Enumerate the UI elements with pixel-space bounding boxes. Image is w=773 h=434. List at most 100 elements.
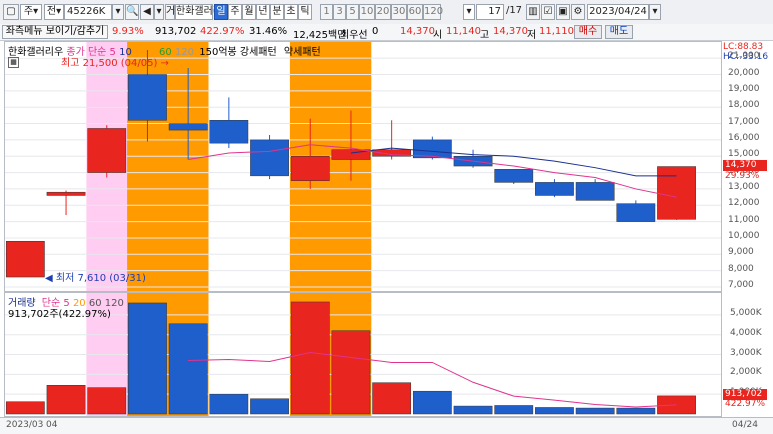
volume-tick-label: 3,000K	[730, 347, 762, 358]
count-input[interactable]: 17	[476, 4, 504, 20]
interval-button-2[interactable]: 5	[346, 4, 359, 20]
price-tick-label: 10,000	[728, 230, 760, 241]
interval-button-6[interactable]: 60	[407, 4, 423, 20]
volume-chart	[5, 293, 721, 416]
market-label: 전	[46, 6, 57, 17]
price-tick-label: 16,000	[728, 132, 760, 143]
priority-value: 0	[372, 26, 379, 37]
candle-body	[616, 203, 656, 222]
period-tab-6[interactable]: 틱	[298, 4, 312, 20]
volume-bar	[331, 330, 371, 415]
period-tab-2[interactable]: 월	[242, 4, 256, 20]
x-axis-start: 2023/03	[6, 420, 44, 430]
period-tab-0[interactable]: 일	[214, 4, 228, 20]
calendar-dropdown-icon[interactable]: ▾	[649, 4, 661, 20]
turnover-rate: 31.46%	[249, 26, 288, 37]
price-axis: LC:88.83 HC:-33.16 21,000 20,000 19,000 18,…	[722, 41, 772, 292]
grid-icon[interactable]: ▦	[8, 57, 19, 68]
price-chart	[5, 42, 721, 291]
candle-body	[412, 139, 452, 159]
period-tab-4[interactable]: 분	[270, 4, 284, 20]
price-tick-label: 9,000	[728, 247, 754, 258]
date-input[interactable]: 2023/04/24	[587, 4, 649, 20]
price-tick-label: 18,000	[728, 100, 760, 111]
search-icon[interactable]: 🔍	[125, 4, 139, 20]
interval-dropdown[interactable]: ▾	[463, 4, 475, 20]
menu-dropdown[interactable]: 주▾	[20, 4, 42, 20]
volume-bar	[168, 323, 208, 415]
volume-bar	[372, 382, 412, 415]
current-price: 14,370	[400, 26, 435, 37]
sell-button[interactable]: 매도	[605, 25, 633, 39]
price-tick-label: 20,000	[728, 67, 760, 78]
interval-button-1[interactable]: 3	[333, 4, 346, 20]
interval-button-4[interactable]: 20	[375, 4, 391, 20]
side-menu-toggle-button[interactable]: 좌측메뉴 보이기/감추기	[2, 25, 108, 39]
code-dropdown-button[interactable]: ▾	[112, 4, 124, 20]
volume-bar	[5, 401, 45, 415]
volume-bar	[128, 302, 167, 415]
volume-bar	[87, 387, 127, 415]
volume-axis: 5,000K4,000K3,000K2,000K1,000K 913,702 4…	[722, 292, 772, 417]
low-annotation: ◀ 최저 7,610 (03/31)	[45, 273, 146, 284]
price-tick-label: 7,000	[728, 280, 754, 290]
open-price: 11,140	[446, 26, 481, 37]
volume-rate: 422.97%	[200, 26, 245, 37]
low-price: 11,110	[539, 26, 574, 37]
candle-body	[128, 74, 167, 121]
candle-body	[168, 123, 208, 131]
volume-chart-panel[interactable]: 거래량 단순 5 20 60 120 913,702주(422.97%)	[4, 292, 722, 417]
volume-note: 913,702주(422.97%)	[8, 309, 111, 320]
market-dropdown[interactable]: 전▾	[44, 4, 64, 20]
price-tick-label: 21,000	[728, 51, 760, 62]
price-tick-label: 11,000	[728, 214, 760, 225]
candle-body	[250, 139, 289, 177]
candle-body	[657, 166, 696, 220]
speaker-dropdown-icon[interactable]: ▾	[154, 4, 164, 20]
x-axis: 2023/03 04 04/24	[0, 417, 773, 434]
chart-icon[interactable]: ▥	[526, 4, 540, 20]
stock-type-badge: 거	[165, 4, 175, 20]
x-axis-end: 04/24	[732, 420, 758, 430]
volume-tick-label: 5,000K	[730, 307, 762, 318]
code-input[interactable]: 45226K	[64, 4, 112, 20]
price-chart-panel[interactable]: 한화갤러리우 종가 단순 5 10 60 120 150억봉 강세패턴 약세패턴…	[4, 41, 722, 292]
price-pct-tag: 29.93%	[725, 170, 760, 181]
legend-bull-pattern: 150억봉 강세패턴	[199, 47, 277, 58]
change-rate: 9.93%	[112, 26, 144, 37]
candle-body	[209, 120, 249, 144]
price-tick-label: 15,000	[728, 149, 760, 160]
price-tick-label: 8,000	[728, 263, 754, 274]
high-label: 고	[480, 30, 490, 41]
interval-button-5[interactable]: 30	[391, 4, 407, 20]
low-label: 저	[527, 30, 537, 41]
volume-bar	[209, 393, 249, 415]
period-tab-3[interactable]: 년	[256, 4, 270, 20]
stock-name: 한화갤러리	[175, 4, 222, 20]
legend-bear-pattern: 약세패턴	[283, 47, 321, 58]
gear-icon[interactable]: ⚙	[571, 4, 585, 20]
volume-bar	[412, 390, 452, 415]
speaker-icon[interactable]: ◀	[140, 4, 154, 20]
info-row: 좌측메뉴 보이기/감추기 9.93% 913,702 422.97% 31.46…	[0, 24, 773, 41]
volume-bar	[616, 407, 656, 415]
chevron-down-icon: ▾	[56, 6, 62, 17]
candle-body	[494, 169, 534, 183]
window-icon[interactable]: ▢	[3, 4, 19, 20]
interval-button-0[interactable]: 1	[320, 4, 333, 20]
toolbar: ▢ 주▾ 전▾ 45226K ▾ 🔍 ◀ ▾ 거 한화갤러리 일주월년분초틱 1…	[0, 0, 773, 25]
volume-bar	[535, 407, 574, 415]
save-icon[interactable]: ▣	[556, 4, 570, 20]
period-tab-1[interactable]: 주	[228, 4, 242, 20]
volume-bar	[290, 301, 330, 415]
period-tab-5[interactable]: 초	[284, 4, 298, 20]
priority-label: 최우선	[340, 30, 368, 41]
volume-value: 913,702	[155, 26, 197, 37]
interval-button-7[interactable]: 120	[423, 4, 443, 20]
volume-bar	[575, 407, 615, 415]
high-price: 14,370	[493, 26, 528, 37]
price-tick-label: 13,000	[728, 181, 760, 192]
checkbox-icon[interactable]: ☑	[541, 4, 555, 20]
interval-button-3[interactable]: 10	[359, 4, 375, 20]
buy-button[interactable]: 매수	[574, 25, 602, 39]
